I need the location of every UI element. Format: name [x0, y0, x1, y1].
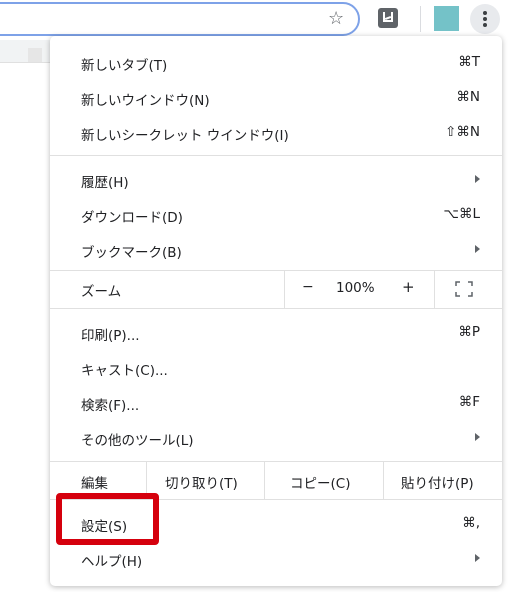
toolbar-divider [420, 6, 421, 32]
address-bar[interactable] [0, 2, 360, 36]
shortcut-label: ⌘N [456, 89, 480, 105]
menu-item-help[interactable]: ヘルプ(H) [50, 542, 502, 576]
menu-item-label: 検索(F)... [81, 398, 140, 414]
menu-item-label: 新しいシークレット ウインドウ(I) [81, 128, 289, 144]
menu-divider [50, 155, 502, 156]
shortcut-label: ⌘F [458, 394, 480, 410]
shortcut-label: ⌘, [462, 515, 480, 531]
star-icon[interactable]: ☆ [328, 8, 344, 29]
menu-item-new-tab[interactable]: 新しいタブ(T) ⌘T [50, 46, 502, 80]
menu-item-label: その他のツール(L) [81, 433, 194, 449]
cut-button[interactable]: 切り取り(T) [165, 472, 238, 492]
edit-label: 編集 [81, 476, 108, 492]
menu-item-more-tools[interactable]: その他のツール(L) [50, 421, 502, 455]
menu-item-label: 履歴(H) [81, 175, 129, 191]
copy-button[interactable]: コピー(C) [290, 472, 350, 492]
fullscreen-icon[interactable] [455, 281, 473, 297]
menu-item-label: ダウンロード(D) [81, 210, 183, 226]
menu-item-print[interactable]: 印刷(P)... ⌘P [50, 316, 502, 350]
page-divider [0, 62, 50, 63]
menu-item-label: 新しいタブ(T) [81, 58, 168, 74]
kebab-menu-icon[interactable] [470, 4, 500, 34]
menu-item-downloads[interactable]: ダウンロード(D) ⌥⌘L [50, 198, 502, 232]
zoom-in-button[interactable]: + [402, 278, 415, 296]
edit-divider [383, 461, 384, 499]
shortcut-label: ⌘T [458, 54, 480, 70]
menu-item-incognito[interactable]: 新しいシークレット ウインドウ(I) ⇧⌘N [50, 116, 502, 150]
zoom-label: ズーム [81, 284, 122, 300]
menu-item-label: 新しいウインドウ(N) [81, 93, 210, 109]
menu-item-label: ヘルプ(H) [81, 554, 143, 570]
shortcut-label: ⇧⌘N [445, 124, 480, 140]
profile-color-icon[interactable] [434, 6, 459, 31]
menu-item-new-window[interactable]: 新しいウインドウ(N) ⌘N [50, 81, 502, 115]
extension-icon[interactable] [378, 8, 398, 28]
menu-item-label: 印刷(P)... [81, 328, 140, 344]
edit-divider [264, 461, 265, 499]
bookmark-bar [0, 40, 50, 62]
zoom-divider [284, 270, 285, 308]
menu-item-bookmarks[interactable]: ブックマーク(B) [50, 233, 502, 267]
submenu-arrow-icon [475, 175, 480, 183]
paste-button[interactable]: 貼り付け(P) [401, 472, 474, 492]
menu-item-label: ブックマーク(B) [81, 245, 182, 261]
menu-item-cast[interactable]: キャスト(C)... [50, 351, 502, 385]
settings-highlight-box [56, 493, 159, 545]
menu-item-find[interactable]: 検索(F)... ⌘F [50, 386, 502, 420]
zoom-out-button[interactable]: − [302, 279, 314, 295]
menu-item-history[interactable]: 履歴(H) [50, 163, 502, 197]
menu-divider [50, 308, 502, 309]
zoom-divider [434, 270, 435, 308]
submenu-arrow-icon [475, 245, 480, 253]
submenu-arrow-icon [475, 554, 480, 562]
zoom-level: 100% [336, 280, 375, 296]
shortcut-label: ⌘P [458, 324, 480, 340]
submenu-arrow-icon [475, 433, 480, 441]
shortcut-label: ⌥⌘L [443, 206, 480, 222]
zoom-row: ズーム − 100% + [50, 270, 502, 308]
browser-toolbar: ☆ [0, 0, 510, 40]
menu-item-label: キャスト(C)... [81, 363, 168, 379]
